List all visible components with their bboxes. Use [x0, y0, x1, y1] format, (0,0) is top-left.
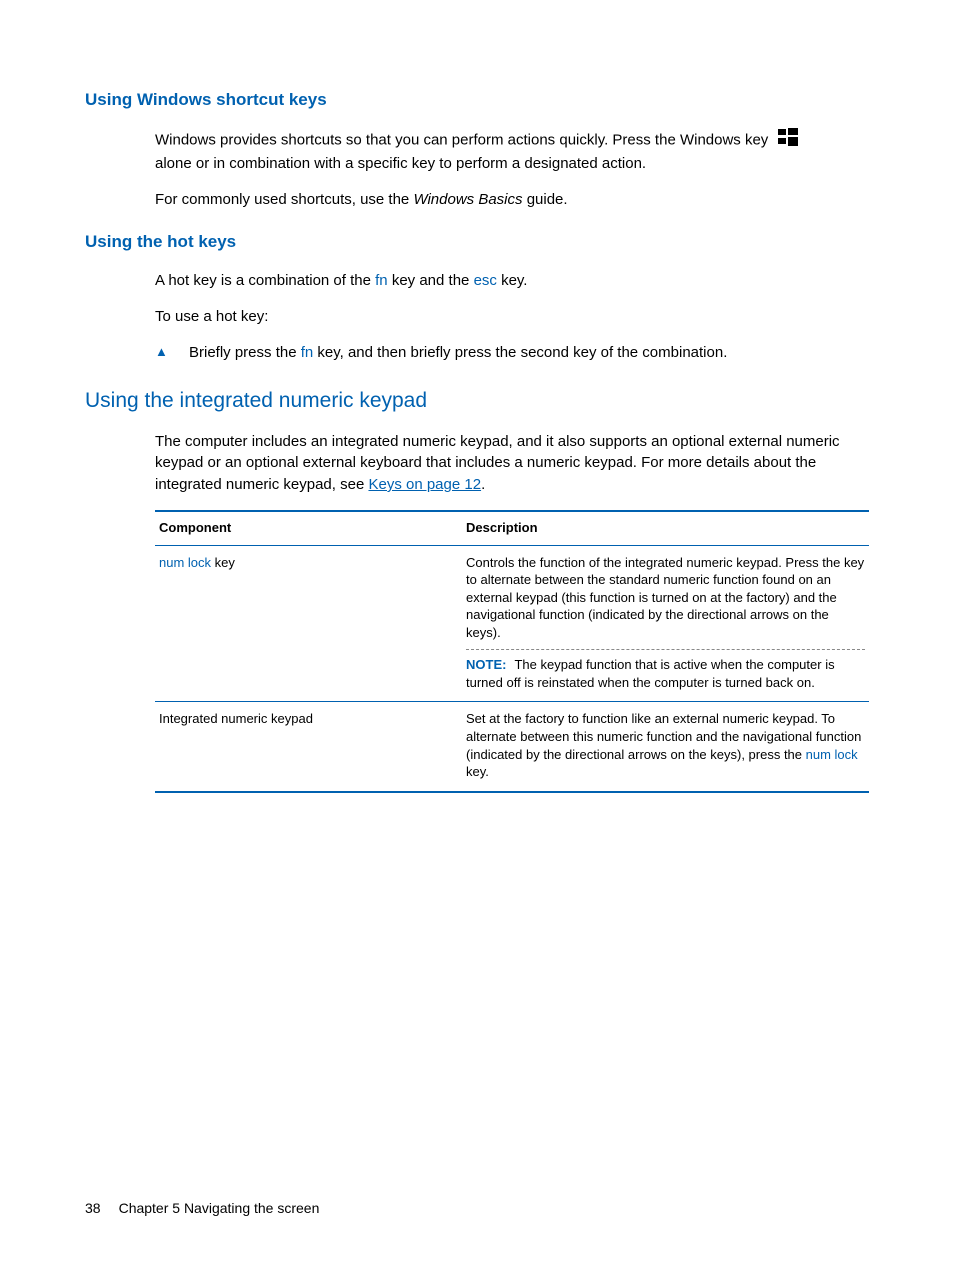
- text: For commonly used shortcuts, use the: [155, 191, 413, 208]
- text: The computer includes an integrated nume…: [155, 433, 840, 494]
- component-table: Component Description num lock key Contr…: [155, 510, 869, 793]
- para-shortcut-2: For commonly used shortcuts, use the Win…: [155, 189, 869, 211]
- text: alone or in combination with a specific …: [155, 155, 646, 172]
- windows-basics-italic: Windows Basics: [413, 191, 522, 208]
- note-label: NOTE:: [466, 657, 506, 672]
- page-number: 38: [85, 1200, 101, 1216]
- fn-key-text: fn: [375, 272, 388, 289]
- text: key: [211, 555, 235, 570]
- text: Briefly press the: [189, 344, 301, 361]
- cell-description: Controls the function of the integrated …: [462, 545, 869, 702]
- text: Windows provides shortcuts so that you c…: [155, 131, 768, 148]
- numlock-key-text: num lock: [159, 555, 211, 570]
- note-block: NOTE:The keypad function that is active …: [466, 656, 865, 691]
- text: .: [481, 476, 485, 493]
- heading-hot-keys: Using the hot keys: [85, 232, 869, 252]
- desc-text: Controls the function of the integrated …: [466, 554, 865, 642]
- para-hotkey-use: To use a hot key:: [155, 306, 869, 328]
- heading-numeric-keypad: Using the integrated numeric keypad: [85, 389, 869, 413]
- text: A hot key is a combination of the: [155, 272, 375, 289]
- bullet-step: ▲ Briefly press the fn key, and then bri…: [155, 342, 869, 364]
- text: key.: [466, 764, 489, 779]
- page-footer: 38 Chapter 5 Navigating the screen: [85, 1200, 319, 1216]
- chapter-title: Chapter 5 Navigating the screen: [119, 1200, 320, 1216]
- cell-component: Integrated numeric keypad: [155, 702, 462, 792]
- text: key, and then briefly press the second k…: [313, 344, 727, 361]
- fn-key-text: fn: [301, 344, 314, 361]
- triangle-bullet-icon: ▲: [155, 342, 189, 362]
- table-header-description: Description: [462, 511, 869, 545]
- text: key and the: [388, 272, 474, 289]
- keys-page-link[interactable]: Keys on page 12: [368, 476, 481, 493]
- para-shortcut-1: Windows provides shortcuts so that you c…: [155, 128, 869, 175]
- esc-key-text: esc: [474, 272, 497, 289]
- bullet-text: Briefly press the fn key, and then brief…: [189, 342, 869, 364]
- text: Set at the factory to function like an e…: [466, 711, 861, 761]
- text: key.: [497, 272, 528, 289]
- note-separator: [466, 649, 865, 650]
- numlock-key-text: num lock: [806, 747, 858, 762]
- table-row: num lock key Controls the function of th…: [155, 545, 869, 702]
- heading-shortcut-keys: Using Windows shortcut keys: [85, 90, 869, 110]
- cell-description: Set at the factory to function like an e…: [462, 702, 869, 792]
- note-text: The keypad function that is active when …: [466, 657, 835, 690]
- table-header-component: Component: [155, 511, 462, 545]
- para-keypad-intro: The computer includes an integrated nume…: [155, 431, 869, 496]
- text: guide.: [523, 191, 568, 208]
- table-row: Integrated numeric keypad Set at the fac…: [155, 702, 869, 792]
- windows-key-icon: [778, 128, 798, 153]
- cell-component: num lock key: [155, 545, 462, 702]
- para-hotkey-def: A hot key is a combination of the fn key…: [155, 270, 869, 292]
